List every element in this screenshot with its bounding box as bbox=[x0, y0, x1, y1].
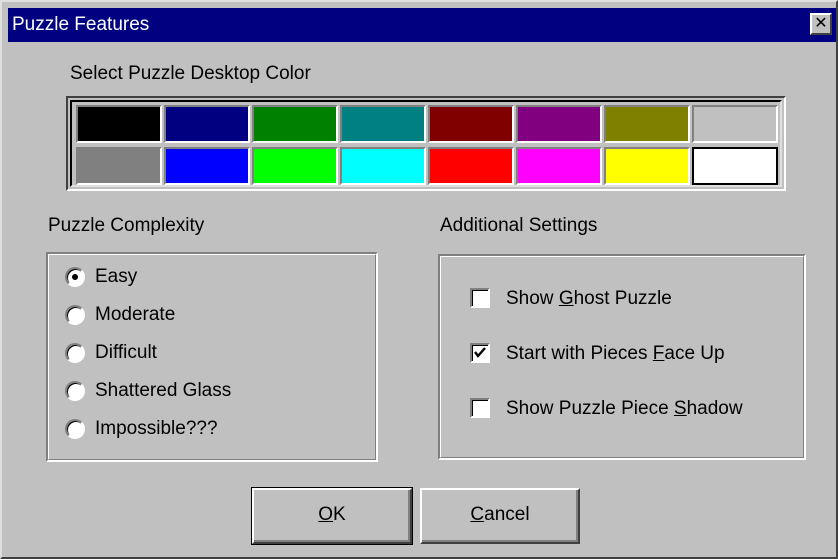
color-swatch[interactable] bbox=[428, 105, 514, 143]
complexity-option-label: Shattered Glass bbox=[95, 380, 232, 401]
cancel-label: ancel bbox=[484, 504, 530, 525]
color-swatch[interactable] bbox=[428, 147, 514, 185]
color-swatch[interactable] bbox=[692, 105, 778, 143]
color-swatch[interactable] bbox=[76, 147, 162, 185]
setting-option-label: Start with Pieces Face Up bbox=[506, 343, 725, 364]
color-swatch[interactable] bbox=[340, 147, 426, 185]
color-swatch[interactable] bbox=[252, 147, 338, 185]
complexity-option-label: Easy bbox=[95, 266, 138, 287]
cancel-mnemonic: C bbox=[470, 504, 485, 525]
setting-option-label: Show Ghost Puzzle bbox=[506, 288, 672, 309]
checkbox[interactable] bbox=[470, 343, 490, 363]
complexity-option-label: Difficult bbox=[95, 342, 157, 363]
radio-button[interactable] bbox=[65, 267, 85, 287]
check-mark-icon bbox=[474, 347, 486, 358]
title-bar[interactable]: Puzzle Features ✕ bbox=[8, 8, 836, 42]
ok-mnemonic: O bbox=[318, 504, 334, 525]
ok-button[interactable]: OK bbox=[251, 487, 413, 545]
close-button[interactable]: ✕ bbox=[810, 13, 832, 35]
color-swatch[interactable] bbox=[252, 105, 338, 143]
color-palette bbox=[66, 96, 786, 191]
color-swatch[interactable] bbox=[76, 105, 162, 143]
color-swatch[interactable] bbox=[164, 147, 250, 185]
color-swatch[interactable] bbox=[516, 105, 602, 143]
color-swatch[interactable] bbox=[340, 105, 426, 143]
radio-button[interactable] bbox=[65, 305, 85, 325]
cancel-button[interactable]: Cancel bbox=[420, 488, 580, 544]
close-icon: ✕ bbox=[814, 15, 828, 32]
color-swatch[interactable] bbox=[604, 147, 690, 185]
color-palette-label: Select Puzzle Desktop Color bbox=[70, 63, 311, 84]
ok-label: K bbox=[333, 504, 346, 525]
radio-button[interactable] bbox=[65, 419, 85, 439]
color-swatch[interactable] bbox=[164, 105, 250, 143]
complexity-option-label: Impossible??? bbox=[95, 418, 218, 439]
color-swatch[interactable] bbox=[604, 105, 690, 143]
color-palette-grid bbox=[70, 100, 782, 187]
window-title: Puzzle Features bbox=[12, 14, 150, 35]
setting-option-label: Show Puzzle Piece Shadow bbox=[506, 398, 743, 419]
puzzle-features-dialog: Puzzle Features ✕ Select Puzzle Desktop … bbox=[0, 0, 838, 559]
color-swatch[interactable] bbox=[516, 147, 602, 185]
radio-button[interactable] bbox=[65, 381, 85, 401]
checkbox[interactable] bbox=[470, 398, 490, 418]
color-swatch[interactable] bbox=[692, 147, 778, 185]
complexity-group-label: Puzzle Complexity bbox=[48, 215, 205, 236]
complexity-option-label: Moderate bbox=[95, 304, 176, 325]
checkbox[interactable] bbox=[470, 288, 490, 308]
radio-button[interactable] bbox=[65, 343, 85, 363]
settings-group-label: Additional Settings bbox=[440, 215, 598, 236]
